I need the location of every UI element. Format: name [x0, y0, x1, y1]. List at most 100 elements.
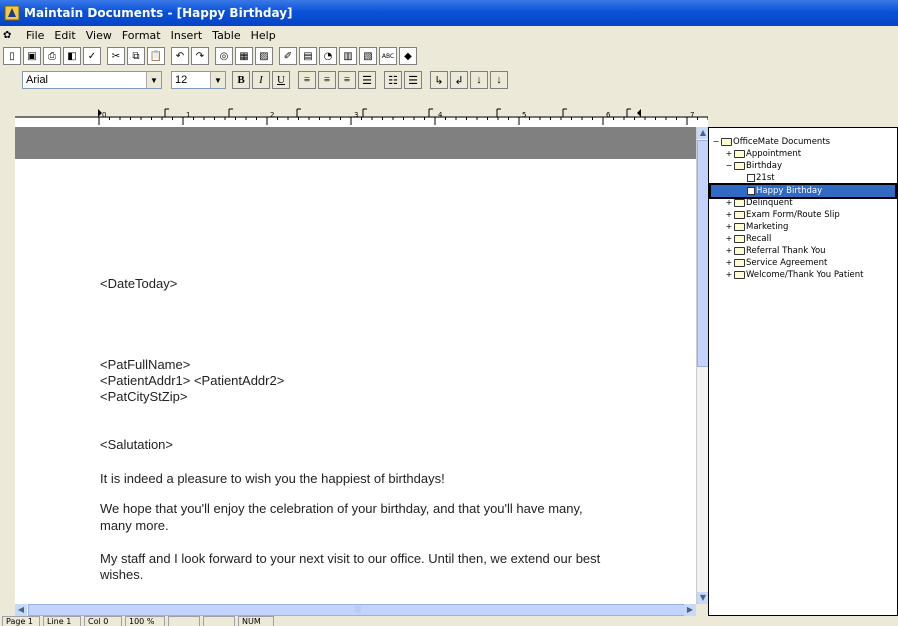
menu-view[interactable]: View: [81, 29, 117, 42]
ruler[interactable]: 0 1 2 3 4 5 6 7: [15, 97, 708, 127]
tree-item-label: Happy Birthday: [756, 186, 823, 196]
expand-icon[interactable]: +: [725, 150, 733, 158]
decimal-tab-button[interactable]: ↓: [490, 71, 508, 89]
align-right-button[interactable]: ≡: [338, 71, 356, 89]
horizontal-scroll-thumb[interactable]: |||: [28, 604, 688, 616]
tree-root[interactable]: − OfficeMate Documents: [712, 136, 830, 148]
left-tab-button[interactable]: ↳: [430, 71, 448, 89]
save-button[interactable]: ▣: [23, 47, 41, 65]
find-button[interactable]: ◎: [215, 47, 233, 65]
status-num: NUM: [238, 616, 274, 626]
body-paragraph-2-line-1: We hope that you'll enjoy the celebratio…: [100, 501, 583, 516]
scroll-right-icon[interactable]: ▶: [684, 604, 696, 616]
page-setup-button[interactable]: ▥: [339, 47, 357, 65]
underline-label: U: [277, 74, 285, 86]
status-zoom: 100 %: [125, 616, 165, 626]
vertical-scrollbar[interactable]: ▲ ▼: [696, 127, 709, 604]
tree-item-service-agreement[interactable]: + Service Agreement: [725, 257, 828, 269]
picture-button[interactable]: ▨: [255, 47, 273, 65]
tree-item-welcome[interactable]: + Welcome/Thank You Patient: [725, 269, 864, 281]
bullet-list-button[interactable]: ☰: [404, 71, 422, 89]
document-tree[interactable]: − OfficeMate Documents + Appointment − B…: [708, 127, 898, 616]
picture-icon: ▨: [259, 50, 269, 62]
justify-icon: ☰: [362, 74, 372, 87]
page-plus-icon: ▧: [363, 50, 373, 62]
menu-file[interactable]: File: [21, 29, 49, 42]
align-center-button[interactable]: ≡: [318, 71, 336, 89]
status-empty-1: [168, 616, 200, 626]
insert-page-button[interactable]: ▧: [359, 47, 377, 65]
print-preview-button[interactable]: ◧: [63, 47, 81, 65]
italic-button[interactable]: I: [252, 71, 270, 89]
font-size-select[interactable]: 12 ▼: [171, 71, 226, 89]
floppy-icon: ▣: [27, 50, 37, 62]
folder-icon: [734, 271, 745, 279]
document-editor[interactable]: <DateToday> <PatFullName> <PatientAddr1>…: [15, 127, 696, 604]
tree-item-birthday[interactable]: − Birthday: [725, 160, 782, 172]
tree-item-21st[interactable]: 21st: [747, 172, 775, 184]
menu-edit[interactable]: Edit: [49, 29, 80, 42]
cut-button[interactable]: ✂: [107, 47, 125, 65]
abc-button[interactable]: ABC: [379, 47, 397, 65]
right-indent-marker[interactable]: [637, 109, 641, 117]
menu-table[interactable]: Table: [207, 29, 245, 42]
tree-item-exam-form[interactable]: + Exam Form/Route Slip: [725, 209, 840, 221]
folder-open-icon: [734, 223, 745, 231]
bold-button[interactable]: B: [232, 71, 250, 89]
chevron-down-icon[interactable]: ▼: [146, 72, 161, 88]
paste-button[interactable]: 📋: [147, 47, 165, 65]
redo-button[interactable]: ↷: [191, 47, 209, 65]
scroll-left-icon[interactable]: ◀: [15, 604, 27, 616]
expand-icon[interactable]: +: [725, 211, 733, 219]
calendar-icon: ▤: [303, 50, 313, 62]
app-icon: [4, 5, 20, 21]
tab-stop-markers[interactable]: [164, 108, 631, 117]
ruler-graphic: 0 1 2 3 4 5 6 7: [15, 108, 708, 127]
system-menu-icon[interactable]: ✿: [3, 30, 17, 42]
tree-item-happy-birthday[interactable]: Happy Birthday: [709, 183, 897, 199]
numbered-list-button[interactable]: ☷: [384, 71, 402, 89]
center-tab-button[interactable]: ↓: [470, 71, 488, 89]
underline-button[interactable]: U: [272, 71, 290, 89]
ruler-label: 4: [438, 111, 443, 119]
table-button[interactable]: ▦: [235, 47, 253, 65]
menu-insert[interactable]: Insert: [166, 29, 208, 42]
date-button[interactable]: ▤: [299, 47, 317, 65]
tree-item-referral[interactable]: + Referral Thank You: [725, 245, 826, 257]
font-select[interactable]: Arial ▼: [22, 71, 162, 89]
expand-icon[interactable]: +: [725, 199, 733, 207]
tree-item-delinquent[interactable]: + Delinquent: [725, 197, 793, 209]
new-page-icon: ▯: [9, 50, 15, 62]
tree-item-appointment[interactable]: + Appointment: [725, 148, 801, 160]
collapse-icon[interactable]: −: [725, 162, 733, 170]
menu-help[interactable]: Help: [246, 29, 281, 42]
undo-button[interactable]: ↶: [171, 47, 189, 65]
italic-label: I: [259, 74, 263, 86]
horizontal-scrollbar[interactable]: ◀ ||| ▶: [15, 604, 696, 616]
merge-field-button[interactable]: ✐: [279, 47, 297, 65]
justify-button[interactable]: ☰: [358, 71, 376, 89]
copy-icon: ⧉: [132, 50, 140, 62]
align-left-button[interactable]: ≡: [298, 71, 316, 89]
paint-button[interactable]: ◆: [399, 47, 417, 65]
menu-format[interactable]: Format: [117, 29, 166, 42]
new-document-button[interactable]: ▯: [3, 47, 21, 65]
tree-item-recall[interactable]: + Recall: [725, 233, 772, 245]
expand-icon[interactable]: +: [725, 271, 733, 279]
folder-icon: [734, 247, 745, 255]
expand-icon[interactable]: +: [725, 235, 733, 243]
collapse-icon[interactable]: −: [712, 138, 720, 146]
tree-item-label: Service Agreement: [746, 258, 828, 268]
expand-icon[interactable]: +: [725, 247, 733, 255]
copy-button[interactable]: ⧉: [127, 47, 145, 65]
ruler-label: 7: [690, 111, 694, 119]
chevron-down-icon[interactable]: ▼: [210, 72, 225, 88]
tree-item-marketing[interactable]: + Marketing: [725, 221, 789, 233]
right-tab-button[interactable]: ↲: [450, 71, 468, 89]
expand-icon[interactable]: +: [725, 259, 733, 267]
spellcheck-button[interactable]: ✓: [83, 47, 101, 65]
salutation-field: <Salutation>: [100, 437, 174, 452]
time-button[interactable]: ◔: [319, 47, 337, 65]
print-button[interactable]: ⎙: [43, 47, 61, 65]
expand-icon[interactable]: +: [725, 223, 733, 231]
